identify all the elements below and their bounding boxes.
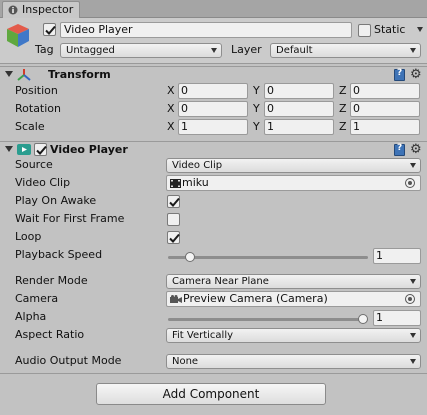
transform-icon (17, 69, 31, 81)
checkmark-icon (45, 25, 56, 35)
render-mode-dropdown[interactable]: Camera Near Plane (166, 274, 421, 289)
info-icon (8, 5, 18, 15)
axis-y-label: Y (253, 84, 260, 97)
scale-y-field[interactable]: 1 (264, 119, 334, 135)
axis-y-label: Y (253, 102, 260, 115)
active-checkbox[interactable] (43, 23, 56, 36)
layer-dropdown[interactable]: Default (270, 43, 421, 58)
slider-knob[interactable] (185, 252, 196, 262)
slider-track[interactable] (168, 318, 368, 321)
gameobject-cube-icon (7, 24, 29, 47)
alpha-label: Alpha (15, 310, 47, 323)
help-reference-icon[interactable] (394, 68, 405, 81)
camera-value: Preview Camera (Camera) (183, 292, 328, 305)
checkmark-icon (36, 145, 47, 155)
object-picker-icon[interactable] (405, 294, 415, 304)
loop-checkbox[interactable] (167, 231, 180, 244)
aspect-ratio-label: Aspect Ratio (15, 328, 85, 341)
divider (0, 373, 427, 374)
axis-y-label: Y (253, 120, 260, 133)
video-clip-value: miku (182, 176, 209, 189)
checkmark-icon (169, 233, 180, 243)
video-clip-icon (170, 179, 181, 188)
camera-icon (170, 295, 182, 303)
axis-z-label: Z (339, 120, 347, 133)
playback-speed-label: Playback Speed (15, 248, 103, 261)
video-player-header[interactable]: Video Player ⚙ (0, 141, 427, 157)
static-checkbox[interactable] (358, 24, 371, 37)
scale-label: Scale (15, 120, 45, 133)
video-player-title: Video Player (50, 143, 128, 156)
tab-label: Inspector (22, 3, 74, 16)
layer-value: Default (276, 45, 313, 56)
tab-bar: Inspector (0, 0, 427, 18)
position-z-field[interactable]: 0 (350, 83, 420, 99)
add-component-button[interactable]: Add Component (96, 383, 326, 405)
rotation-x-field[interactable]: 0 (178, 101, 248, 117)
position-y-field[interactable]: 0 (264, 83, 334, 99)
transform-header[interactable]: Transform ⚙ (0, 66, 427, 82)
rotation-label: Rotation (15, 102, 62, 115)
axis-x-label: X (167, 120, 175, 133)
help-reference-icon[interactable] (394, 143, 405, 156)
source-dropdown[interactable]: Video Clip (166, 158, 421, 173)
position-x-field[interactable]: 0 (178, 83, 248, 99)
gear-icon[interactable]: ⚙ (410, 68, 422, 81)
layer-label: Layer (231, 43, 262, 56)
aspect-ratio-value: Fit Vertically (172, 330, 234, 341)
play-on-awake-checkbox[interactable] (167, 195, 180, 208)
axis-z-label: Z (339, 84, 347, 97)
object-name-field[interactable]: Video Player (60, 22, 352, 38)
video-clip-field[interactable]: miku (166, 175, 421, 191)
camera-label: Camera (15, 292, 59, 305)
wait-first-frame-label: Wait For First Frame (15, 212, 125, 225)
play-on-awake-label: Play On Awake (15, 194, 97, 207)
rotation-z-field[interactable]: 0 (350, 101, 420, 117)
playback-speed-field[interactable]: 1 (373, 248, 421, 264)
foldout-arrow-icon[interactable] (5, 146, 13, 152)
wait-first-frame-checkbox[interactable] (167, 213, 180, 226)
video-player-icon (17, 144, 31, 155)
scale-z-field[interactable]: 1 (350, 119, 420, 135)
static-label: Static (374, 23, 406, 36)
render-mode-value: Camera Near Plane (172, 276, 269, 287)
tag-dropdown[interactable]: Untagged (60, 43, 222, 58)
slider-knob[interactable] (358, 314, 368, 324)
source-label: Source (15, 158, 53, 171)
checkmark-icon (169, 197, 180, 207)
tag-label: Tag (35, 43, 54, 56)
transform-title: Transform (48, 68, 111, 81)
object-picker-icon[interactable] (405, 178, 415, 188)
static-dropdown[interactable] (411, 23, 425, 38)
loop-label: Loop (15, 230, 42, 243)
scale-x-field[interactable]: 1 (178, 119, 248, 135)
tab-inspector[interactable]: Inspector (2, 1, 80, 18)
aspect-ratio-dropdown[interactable]: Fit Vertically (166, 328, 421, 343)
video-clip-label: Video Clip (15, 176, 71, 189)
gear-icon[interactable]: ⚙ (410, 143, 422, 156)
tag-value: Untagged (66, 45, 115, 56)
rotation-y-field[interactable]: 0 (264, 101, 334, 117)
audio-output-dropdown[interactable]: None (166, 354, 421, 369)
axis-x-label: X (167, 84, 175, 97)
slider-track[interactable] (168, 256, 368, 259)
position-label: Position (15, 84, 58, 97)
alpha-field[interactable]: 1 (373, 310, 421, 326)
source-value: Video Clip (172, 160, 223, 171)
audio-output-label: Audio Output Mode (15, 354, 122, 367)
axis-x-label: X (167, 102, 175, 115)
render-mode-label: Render Mode (15, 274, 88, 287)
gameobject-header: Video Player Static Tag Untagged Layer D… (0, 18, 427, 64)
camera-field[interactable]: Preview Camera (Camera) (166, 291, 421, 307)
audio-output-value: None (172, 356, 199, 367)
foldout-arrow-icon[interactable] (5, 71, 13, 77)
axis-z-label: Z (339, 102, 347, 115)
component-enabled-checkbox[interactable] (34, 143, 47, 156)
